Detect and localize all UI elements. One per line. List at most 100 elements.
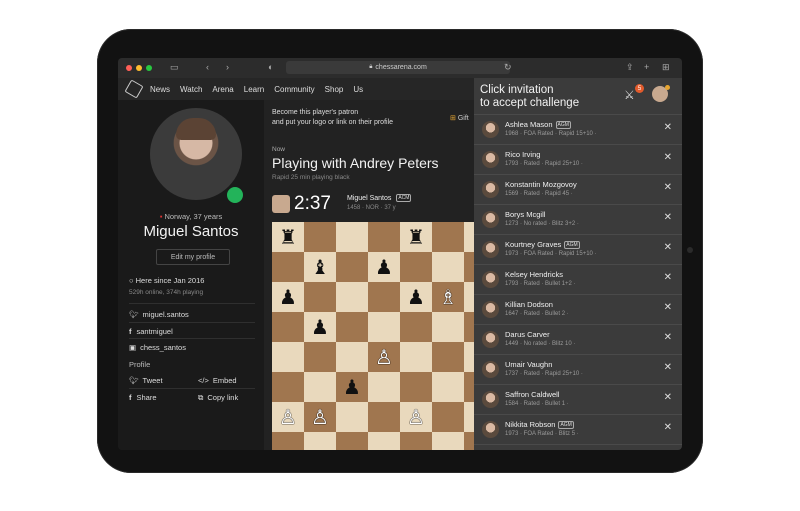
minimize-window-icon[interactable] [136, 65, 142, 71]
close-icon[interactable]: ✕ [664, 332, 672, 343]
chess-piece[interactable]: ♜ [272, 222, 304, 252]
back-icon[interactable]: ‹ [206, 62, 209, 72]
board-square[interactable] [464, 342, 474, 372]
nav-shop[interactable]: Shop [325, 85, 344, 94]
board-square[interactable] [432, 252, 464, 282]
invitation-row[interactable]: Killian Dodson 1647 · Rated · Bullet 2 · ✕ [474, 294, 682, 324]
chess-piece[interactable]: ♙ [272, 402, 304, 432]
new-tab-icon[interactable]: + [644, 62, 649, 72]
chess-piece[interactable]: ♝ [304, 252, 336, 282]
board-square[interactable] [400, 372, 432, 402]
chess-piece[interactable]: ♟ [368, 252, 400, 282]
board-square[interactable] [336, 312, 368, 342]
share-icon[interactable]: ⇪ [626, 62, 634, 73]
board-square[interactable] [272, 342, 304, 372]
board-square[interactable] [336, 432, 368, 450]
invitation-row[interactable]: Nikkita Robson AGM 1973 · FOA Rated · Blit… [474, 414, 682, 444]
forward-icon[interactable]: › [226, 62, 229, 72]
board-square[interactable] [432, 222, 464, 252]
nav-arena[interactable]: Arena [212, 85, 233, 94]
tweet-button[interactable]: 🐦︎ Tweet [129, 376, 163, 385]
invitation-row[interactable]: Kelsey Hendricks 1793 · Rated · Bullet 1+… [474, 264, 682, 294]
board-square[interactable] [464, 282, 474, 312]
board-square[interactable] [304, 342, 336, 372]
board-square[interactable] [368, 282, 400, 312]
board-square[interactable] [336, 222, 368, 252]
board-square[interactable] [272, 312, 304, 342]
board-square[interactable] [432, 312, 464, 342]
board-square[interactable] [400, 342, 432, 372]
close-icon[interactable]: ✕ [664, 212, 672, 223]
board-square[interactable] [272, 372, 304, 402]
edit-profile-button[interactable]: Edit my profile [156, 249, 230, 265]
board-square[interactable] [336, 282, 368, 312]
close-icon[interactable]: ✕ [664, 242, 672, 253]
crossed-swords-icon[interactable]: ⚔ [624, 88, 635, 102]
close-icon[interactable]: ✕ [664, 302, 672, 313]
copy-link-button[interactable]: ⧉ Copy link [198, 393, 238, 403]
chess-piece[interactable]: ♜ [400, 222, 432, 252]
board-square[interactable] [368, 402, 400, 432]
patron-banner[interactable]: Become this player's patron and put your… [272, 108, 393, 128]
chess-piece[interactable]: ♟ [336, 372, 368, 402]
nav-news[interactable]: News [150, 85, 170, 94]
maximize-window-icon[interactable] [146, 65, 152, 71]
reload-icon[interactable]: ↻ [504, 62, 512, 73]
invitation-row[interactable]: Darus Carver 1449 · No rated · Blitz 10 ·… [474, 324, 682, 354]
chessarena-logo-icon[interactable] [124, 79, 144, 99]
close-icon[interactable]: ✕ [664, 122, 672, 133]
embed-button[interactable]: </> Embed [198, 376, 237, 385]
nav-watch[interactable]: Watch [180, 85, 202, 94]
close-window-icon[interactable] [126, 65, 132, 71]
board-square[interactable] [400, 432, 432, 450]
board-square[interactable] [432, 432, 464, 450]
board-square[interactable] [304, 282, 336, 312]
board-square[interactable] [432, 402, 464, 432]
invitation-row[interactable]: Ashlea Mason AGM 1968 · FOA Rated · Rapid … [474, 114, 682, 144]
close-icon[interactable]: ✕ [664, 422, 672, 433]
board-square[interactable] [368, 222, 400, 252]
board-square[interactable] [336, 342, 368, 372]
board-square[interactable] [464, 222, 474, 252]
board-square[interactable] [368, 372, 400, 402]
close-icon[interactable]: ✕ [664, 362, 672, 373]
chess-piece[interactable]: ♟ [400, 282, 432, 312]
board-square[interactable] [464, 402, 474, 432]
twitch-link[interactable]: ▣ chess_santos [129, 343, 186, 352]
board-square[interactable] [432, 372, 464, 402]
share-button[interactable]: f Share [129, 393, 157, 402]
chess-piece[interactable]: ♙ [304, 402, 336, 432]
close-icon[interactable]: ✕ [664, 272, 672, 283]
board-square[interactable] [336, 252, 368, 282]
chess-piece[interactable]: ♙ [400, 402, 432, 432]
nav-us[interactable]: Us [353, 85, 363, 94]
chess-board[interactable]: ♜ ♜ ♝ ♟ ♟ ♟ ♗ ♟ ♙ ♟ ♙ ♙ ♙ [272, 222, 474, 450]
board-square[interactable] [368, 312, 400, 342]
close-icon[interactable]: ✕ [664, 182, 672, 193]
close-icon[interactable]: ✕ [664, 152, 672, 163]
invitation-row[interactable]: Borys Mcgill 1273 · No rated · Blitz 3+2 … [474, 204, 682, 234]
chess-piece[interactable]: ♟ [272, 282, 304, 312]
board-square[interactable] [272, 252, 304, 282]
invitation-row[interactable]: Rico Irving 1793 · Rated · Rapid 25+10 · ✕ [474, 144, 682, 174]
board-square[interactable] [432, 342, 464, 372]
board-square[interactable] [464, 312, 474, 342]
board-square[interactable] [336, 402, 368, 432]
chess-piece[interactable]: ♙ [368, 342, 400, 372]
invitation-row[interactable]: Kourtney Graves AGM 1973 · FOA Rated · Rap… [474, 234, 682, 264]
shield-icon[interactable]: ◐ [268, 62, 273, 72]
invitation-row[interactable]: Umair Vaughn 1737 · Rated · Rapid 25+10 ·… [474, 354, 682, 384]
board-square[interactable] [464, 432, 474, 450]
board-square[interactable] [464, 372, 474, 402]
board-square[interactable] [304, 432, 336, 450]
board-square[interactable] [304, 222, 336, 252]
nav-learn[interactable]: Learn [244, 85, 264, 94]
nav-community[interactable]: Community [274, 85, 314, 94]
invitation-row[interactable]: Saffron Caldwell 1584 · Rated · Bullet 1 … [474, 384, 682, 414]
facebook-link[interactable]: f santmiguel [129, 327, 173, 336]
sidebar-icon[interactable]: ▭ [170, 62, 179, 73]
invitation-row[interactable]: Mindy BanksAGM1933 · FOA Rated · Blitz 5… [474, 444, 682, 450]
address-bar[interactable]: 🔒︎ chessarena.com [286, 61, 510, 74]
tab-overview-icon[interactable]: ⊞ [662, 62, 670, 73]
gift-button[interactable]: ⊞ Gift [450, 114, 469, 122]
